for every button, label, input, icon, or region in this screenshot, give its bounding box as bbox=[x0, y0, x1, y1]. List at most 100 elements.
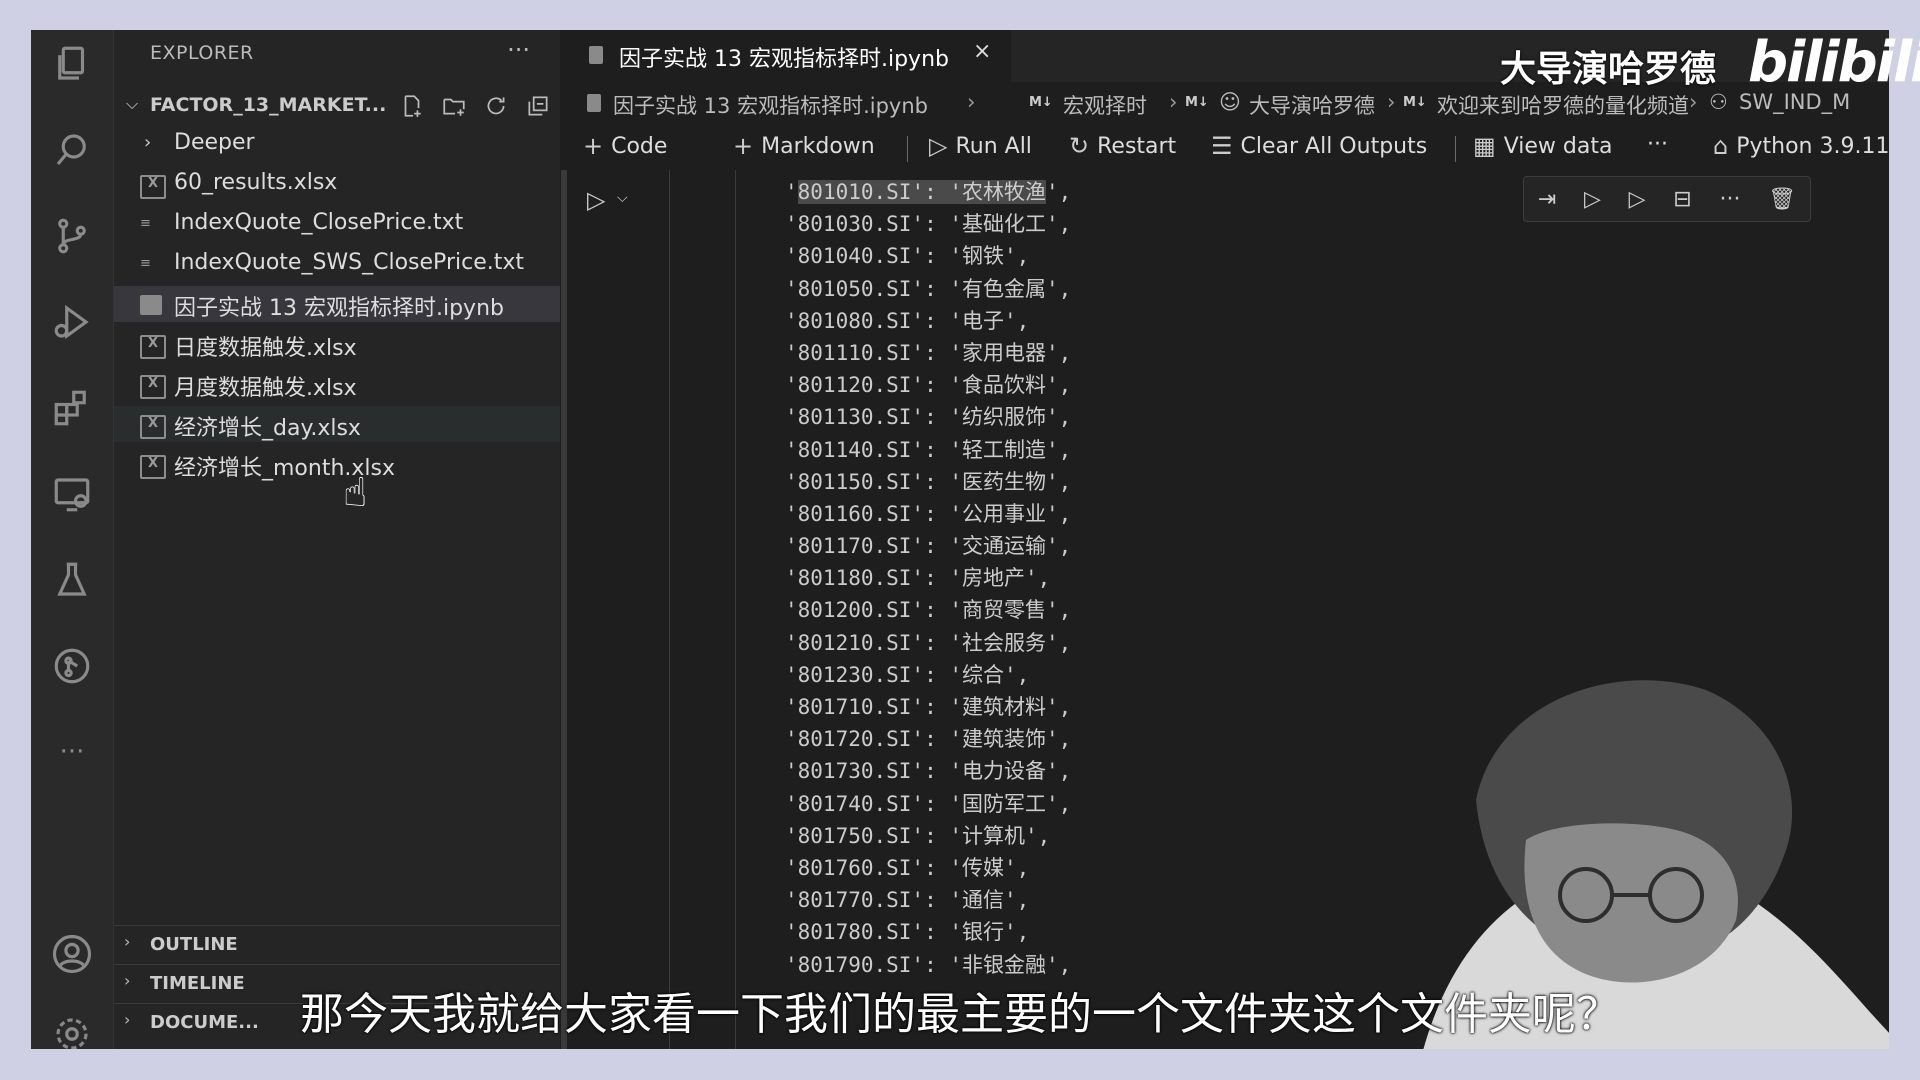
collapse-all-icon[interactable] bbox=[524, 92, 552, 120]
plus-icon: + bbox=[583, 132, 604, 160]
chevron-down-icon[interactable]: ⌵ bbox=[617, 190, 628, 206]
run-all-button[interactable]: ▷ Run All bbox=[929, 132, 1032, 160]
kernel-picker[interactable]: ⌂ Python 3.9.11 bbox=[1713, 132, 1889, 160]
clear-all-icon: ☰ bbox=[1211, 132, 1233, 160]
explorer-more-button[interactable]: ··· bbox=[507, 36, 530, 64]
tree-item-indexquote-sws-closeprice[interactable]: ≡ IndexQuote_SWS_ClosePrice.txt bbox=[114, 246, 560, 282]
code-line: '801160.SI': '公用事业', bbox=[785, 501, 1072, 526]
emoji-icon: ☺ bbox=[1219, 90, 1241, 114]
run-cell-icon[interactable]: ▷ bbox=[587, 186, 605, 214]
code-line: '801210.SI': '社会服务', bbox=[785, 630, 1072, 655]
code-line: '801040.SI': '钢铁', bbox=[785, 244, 1030, 269]
breadcrumb-file[interactable]: 因子实战 13 宏观指标择时.ipynb bbox=[613, 90, 928, 120]
new-folder-icon[interactable] bbox=[440, 92, 468, 120]
run-debug-icon[interactable] bbox=[48, 298, 96, 346]
cell-focus-bar bbox=[561, 170, 567, 1049]
new-file-icon[interactable] bbox=[398, 92, 426, 120]
tree-item-indexquote-closeprice[interactable]: ≡ IndexQuote_ClosePrice.txt bbox=[114, 206, 560, 242]
excel-file-icon: X bbox=[140, 375, 166, 399]
tree-item-label: IndexQuote_SWS_ClosePrice.txt bbox=[174, 250, 524, 275]
code-editor[interactable]: '801010.SI': '农林牧渔', '801030.SI': '基础化工',… bbox=[785, 176, 1071, 981]
tree-item-label: Deeper bbox=[174, 130, 255, 155]
clear-outputs-button[interactable]: ☰ Clear All Outputs bbox=[1211, 132, 1427, 160]
workspace-folder-header[interactable]: ⌵ FACTOR_13_MARKET... bbox=[114, 88, 560, 124]
refresh-icon[interactable] bbox=[482, 92, 510, 120]
more-icon[interactable]: ··· bbox=[48, 728, 96, 776]
toolbar-divider bbox=[1455, 136, 1456, 162]
button-label: View data bbox=[1503, 133, 1613, 159]
search-icon[interactable] bbox=[48, 126, 96, 174]
remote-explorer-icon[interactable] bbox=[48, 470, 96, 518]
extensions-icon[interactable] bbox=[48, 384, 96, 432]
view-data-button[interactable]: ▦ View data bbox=[1473, 132, 1612, 160]
run-below-icon[interactable]: ▷ bbox=[1629, 187, 1646, 212]
python-icon: ⚇ bbox=[1709, 90, 1728, 114]
breadcrumb-item[interactable]: 大导演哈罗德 bbox=[1249, 90, 1375, 120]
code-line: '801740.SI': '国防军工', bbox=[785, 791, 1072, 816]
markdown-icon: M↓ bbox=[1185, 95, 1209, 110]
cell-gutter bbox=[669, 170, 670, 1049]
excel-file-icon: X bbox=[140, 175, 166, 199]
add-markdown-cell-button[interactable]: + Markdown bbox=[733, 132, 875, 160]
tree-item-daily-trigger[interactable]: X 日度数据触发.xlsx bbox=[114, 326, 560, 362]
selection-highlight: 801010.SI': '农林牧渔 bbox=[797, 180, 1047, 204]
table-icon: ▦ bbox=[1473, 132, 1496, 160]
tree-item-60-results[interactable]: X 60_results.xlsx bbox=[114, 166, 560, 202]
chevron-right-icon: › bbox=[967, 90, 976, 114]
button-label: Run All bbox=[955, 133, 1032, 159]
tree-item-growth-month[interactable]: X 经济增长_month.xlsx bbox=[114, 446, 560, 482]
button-label: Restart bbox=[1097, 133, 1177, 159]
tree-item-label: 月度数据触发.xlsx bbox=[174, 376, 357, 401]
code-line: '801110.SI': '家用电器', bbox=[785, 340, 1072, 365]
tree-item-monthly-trigger[interactable]: X 月度数据触发.xlsx bbox=[114, 366, 560, 402]
tree-item-notebook[interactable]: 因子实战 13 宏观指标择时.ipynb bbox=[114, 286, 560, 322]
toolbar-more-button[interactable]: ··· bbox=[1647, 132, 1668, 157]
button-label: Code bbox=[611, 133, 668, 159]
chevron-down-icon: ⌵ bbox=[126, 94, 139, 113]
code-line: '801120.SI': '食品饮料', bbox=[785, 373, 1072, 398]
testing-icon[interactable] bbox=[48, 556, 96, 604]
git-graph-icon[interactable] bbox=[48, 642, 96, 690]
delete-icon[interactable]: 🗑 bbox=[1768, 187, 1796, 212]
code-line: '801150.SI': '医药生物', bbox=[785, 469, 1072, 494]
text-file-icon: ≡ bbox=[140, 216, 151, 231]
chevron-right-icon: › bbox=[144, 132, 152, 153]
tree-item-growth-day[interactable]: X 经济增长_day.xlsx bbox=[114, 406, 560, 442]
run-above-icon[interactable]: ▷ bbox=[1584, 187, 1601, 212]
notebook-file-icon bbox=[587, 94, 601, 112]
add-code-cell-button[interactable]: + Code bbox=[583, 132, 667, 160]
breadcrumb-item[interactable]: 欢迎来到哈罗德的量化频道 bbox=[1437, 90, 1689, 120]
channel-watermark: 大导演哈罗德 bbox=[1500, 49, 1717, 90]
outline-panel-header[interactable]: › OUTLINE bbox=[114, 925, 560, 962]
tree-item-deeper[interactable]: › Deeper bbox=[114, 126, 560, 162]
text-file-icon: ≡ bbox=[140, 256, 151, 271]
breadcrumb-item[interactable]: 宏观择时 bbox=[1063, 90, 1147, 120]
code-line: '801760.SI': '传媒', bbox=[785, 855, 1030, 880]
source-control-icon[interactable] bbox=[48, 212, 96, 260]
restart-button[interactable]: ↻ Restart bbox=[1069, 132, 1176, 160]
tree-item-label: 60_results.xlsx bbox=[174, 170, 338, 195]
account-icon[interactable] bbox=[48, 930, 96, 978]
code-line: '801200.SI': '商贸零售', bbox=[785, 598, 1072, 623]
code-line: '801730.SI': '电力设备', bbox=[785, 759, 1072, 784]
close-icon[interactable]: × bbox=[973, 39, 991, 64]
execute-above-icon[interactable]: ⇥ bbox=[1538, 187, 1556, 212]
tree-item-label: IndexQuote_ClosePrice.txt bbox=[174, 210, 464, 235]
split-cell-icon[interactable]: ⊟ bbox=[1673, 187, 1691, 212]
excel-file-icon: X bbox=[140, 335, 166, 359]
vscode-window: ··· EXPLORER ··· ⌵ FACTOR_13_MARKET... ›… bbox=[31, 30, 1889, 1049]
toolbar-divider bbox=[907, 136, 908, 162]
explorer-icon[interactable] bbox=[48, 40, 96, 88]
bilibili-logo: bilibili bbox=[1748, 30, 1920, 95]
tree-item-label: 因子实战 13 宏观指标择时.ipynb bbox=[174, 296, 504, 321]
code-line: '801180.SI': '房地产', bbox=[785, 566, 1051, 591]
tree-item-label: 经济增长_day.xlsx bbox=[174, 416, 361, 441]
workspace-folder-name: FACTOR_13_MARKET... bbox=[150, 94, 387, 116]
explorer-title: EXPLORER bbox=[150, 42, 254, 64]
code-line: '801780.SI': '银行', bbox=[785, 920, 1030, 945]
tab-notebook[interactable]: 因子实战 13 宏观指标择时.ipynb × bbox=[561, 30, 1011, 82]
restart-icon: ↻ bbox=[1069, 132, 1090, 160]
notebook-file-icon bbox=[589, 46, 603, 64]
more-icon[interactable]: ··· bbox=[1719, 187, 1740, 212]
code-line: '801050.SI': '有色金属', bbox=[785, 276, 1072, 301]
